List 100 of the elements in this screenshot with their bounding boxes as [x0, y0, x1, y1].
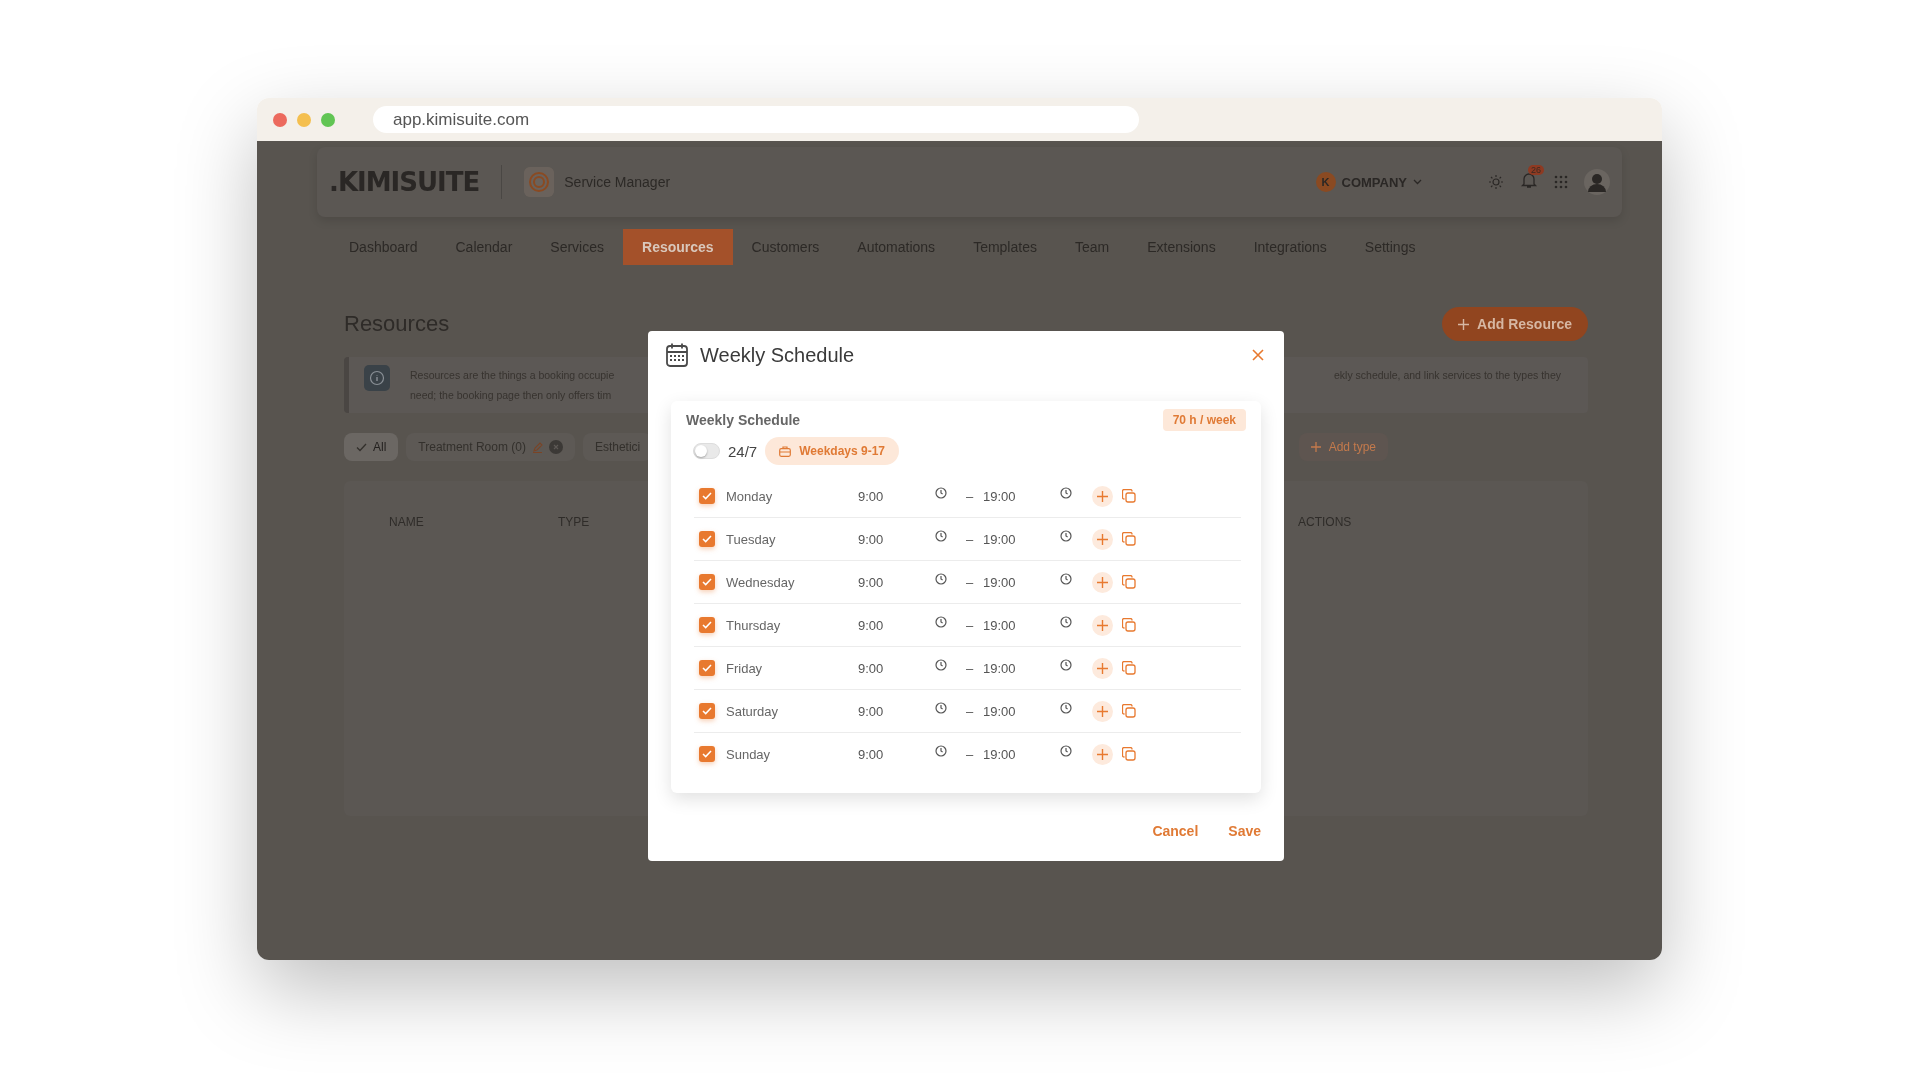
info-icon — [369, 370, 385, 386]
preset-button[interactable]: Weekdays 9-17 — [765, 437, 900, 465]
window-control[interactable] — [297, 112, 311, 127]
bell-icon[interactable] — [1520, 171, 1538, 189]
copy-icon — [1122, 489, 1136, 503]
check-icon — [702, 492, 712, 500]
time-separator: – — [966, 660, 975, 676]
copy-icon — [1122, 532, 1136, 546]
start-time[interactable]: 9:00 — [858, 531, 935, 547]
start-time[interactable]: 9:00 — [858, 488, 935, 504]
start-time[interactable]: 9:00 — [858, 703, 935, 719]
filter-chip[interactable]: All — [344, 433, 399, 461]
end-time[interactable]: 19:00 — [983, 574, 1060, 590]
plus-icon — [1097, 576, 1108, 588]
check-icon — [702, 621, 712, 629]
start-time[interactable]: 9:00 — [858, 574, 935, 590]
plus-icon — [1097, 748, 1108, 760]
clock-icon[interactable] — [1060, 487, 1072, 499]
chevron-icon — [1413, 179, 1422, 185]
company-avatar: K — [1315, 172, 1336, 192]
close-icon — [1252, 349, 1264, 361]
clock-icon[interactable] — [1060, 573, 1072, 585]
clock-icon[interactable] — [1060, 616, 1072, 628]
notification-badge: 26 — [1528, 165, 1544, 175]
copy-icon — [1122, 704, 1136, 718]
day-name: Tuesday — [726, 531, 777, 547]
clock-icon[interactable] — [935, 659, 947, 671]
window-control[interactable] — [321, 112, 335, 127]
day-name: Saturday — [726, 703, 780, 719]
dialog-title: Weekly Schedule — [700, 343, 855, 367]
clock-icon[interactable] — [935, 702, 947, 714]
copy-icon — [1122, 575, 1136, 589]
window-control[interactable] — [273, 112, 287, 127]
dialog-button[interactable]: Cancel — [1152, 823, 1199, 839]
end-time[interactable]: 19:00 — [983, 531, 1060, 547]
time-separator: – — [966, 617, 975, 633]
start-time[interactable]: 9:00 — [858, 660, 935, 676]
clock-icon[interactable] — [935, 573, 947, 585]
add-resource-button[interactable]: Add Resource — [1442, 307, 1588, 341]
end-time[interactable]: 19:00 — [983, 617, 1060, 633]
clock-icon[interactable] — [935, 530, 947, 542]
dialog-button[interactable]: Save — [1228, 823, 1261, 839]
day-checkbox[interactable] — [699, 617, 715, 633]
time-separator: – — [966, 746, 975, 762]
end-time[interactable]: 19:00 — [983, 660, 1060, 676]
clock-icon[interactable] — [935, 616, 947, 628]
total-hours-badge: 70 h / week — [1162, 409, 1246, 431]
clock-icon[interactable] — [935, 487, 947, 499]
end-time[interactable]: 19:00 — [983, 746, 1060, 762]
day-checkbox[interactable] — [699, 703, 715, 719]
check-icon — [702, 535, 712, 543]
start-time[interactable]: 9:00 — [858, 617, 935, 633]
day-name: Monday — [726, 488, 774, 504]
clock-icon[interactable] — [935, 745, 947, 757]
add-interval-button[interactable] — [1092, 571, 1113, 593]
always-open-toggle[interactable] — [693, 443, 720, 459]
copy-icon — [1122, 661, 1136, 675]
clock-icon[interactable] — [1060, 530, 1072, 542]
address-bar[interactable]: app.kimisuite.com — [373, 106, 1139, 133]
day-checkbox[interactable] — [699, 746, 715, 762]
add-interval-button[interactable] — [1092, 657, 1113, 679]
clock-icon[interactable] — [1060, 702, 1072, 714]
add-interval-button[interactable] — [1092, 528, 1113, 550]
time-separator: – — [966, 703, 975, 719]
day-name: Wednesday — [726, 574, 796, 590]
add-interval-button[interactable] — [1092, 614, 1113, 636]
clock-icon[interactable] — [1060, 745, 1072, 757]
avatar-icon[interactable] — [1584, 169, 1610, 195]
day-checkbox[interactable] — [699, 574, 715, 590]
sun-icon[interactable] — [1488, 174, 1504, 190]
check-icon — [702, 578, 712, 586]
apps-grid-icon[interactable] — [1554, 175, 1568, 189]
add-interval-button[interactable] — [1092, 700, 1113, 722]
plus-icon — [1310, 442, 1321, 452]
plus-icon — [1097, 662, 1108, 674]
end-time[interactable]: 19:00 — [983, 703, 1060, 719]
day-name: Thursday — [726, 617, 782, 633]
day-checkbox[interactable] — [699, 488, 715, 504]
time-separator: – — [966, 531, 975, 547]
check-icon — [702, 664, 712, 672]
day-checkbox[interactable] — [699, 531, 715, 547]
day-checkbox[interactable] — [699, 660, 715, 676]
clock-icon[interactable] — [1060, 659, 1072, 671]
copy-icon — [1122, 747, 1136, 761]
toggle-label: 24/7 — [728, 442, 758, 460]
plus-icon — [1097, 490, 1108, 502]
day-name: Sunday — [726, 746, 772, 762]
add-interval-button[interactable] — [1092, 743, 1113, 765]
delete-icon[interactable] — [548, 440, 563, 454]
start-time[interactable]: 9:00 — [858, 746, 935, 762]
nav-tab[interactable]: Resources — [623, 229, 733, 265]
briefcase-icon — [779, 445, 792, 457]
plus-icon — [1097, 705, 1108, 717]
time-separator: – — [966, 574, 975, 590]
end-time[interactable]: 19:00 — [983, 488, 1060, 504]
check-icon — [702, 750, 712, 758]
add-interval-button[interactable] — [1092, 485, 1113, 507]
add-type-button[interactable]: Add type — [1298, 433, 1388, 461]
close-button[interactable] — [1250, 347, 1266, 363]
check-icon — [356, 442, 367, 452]
